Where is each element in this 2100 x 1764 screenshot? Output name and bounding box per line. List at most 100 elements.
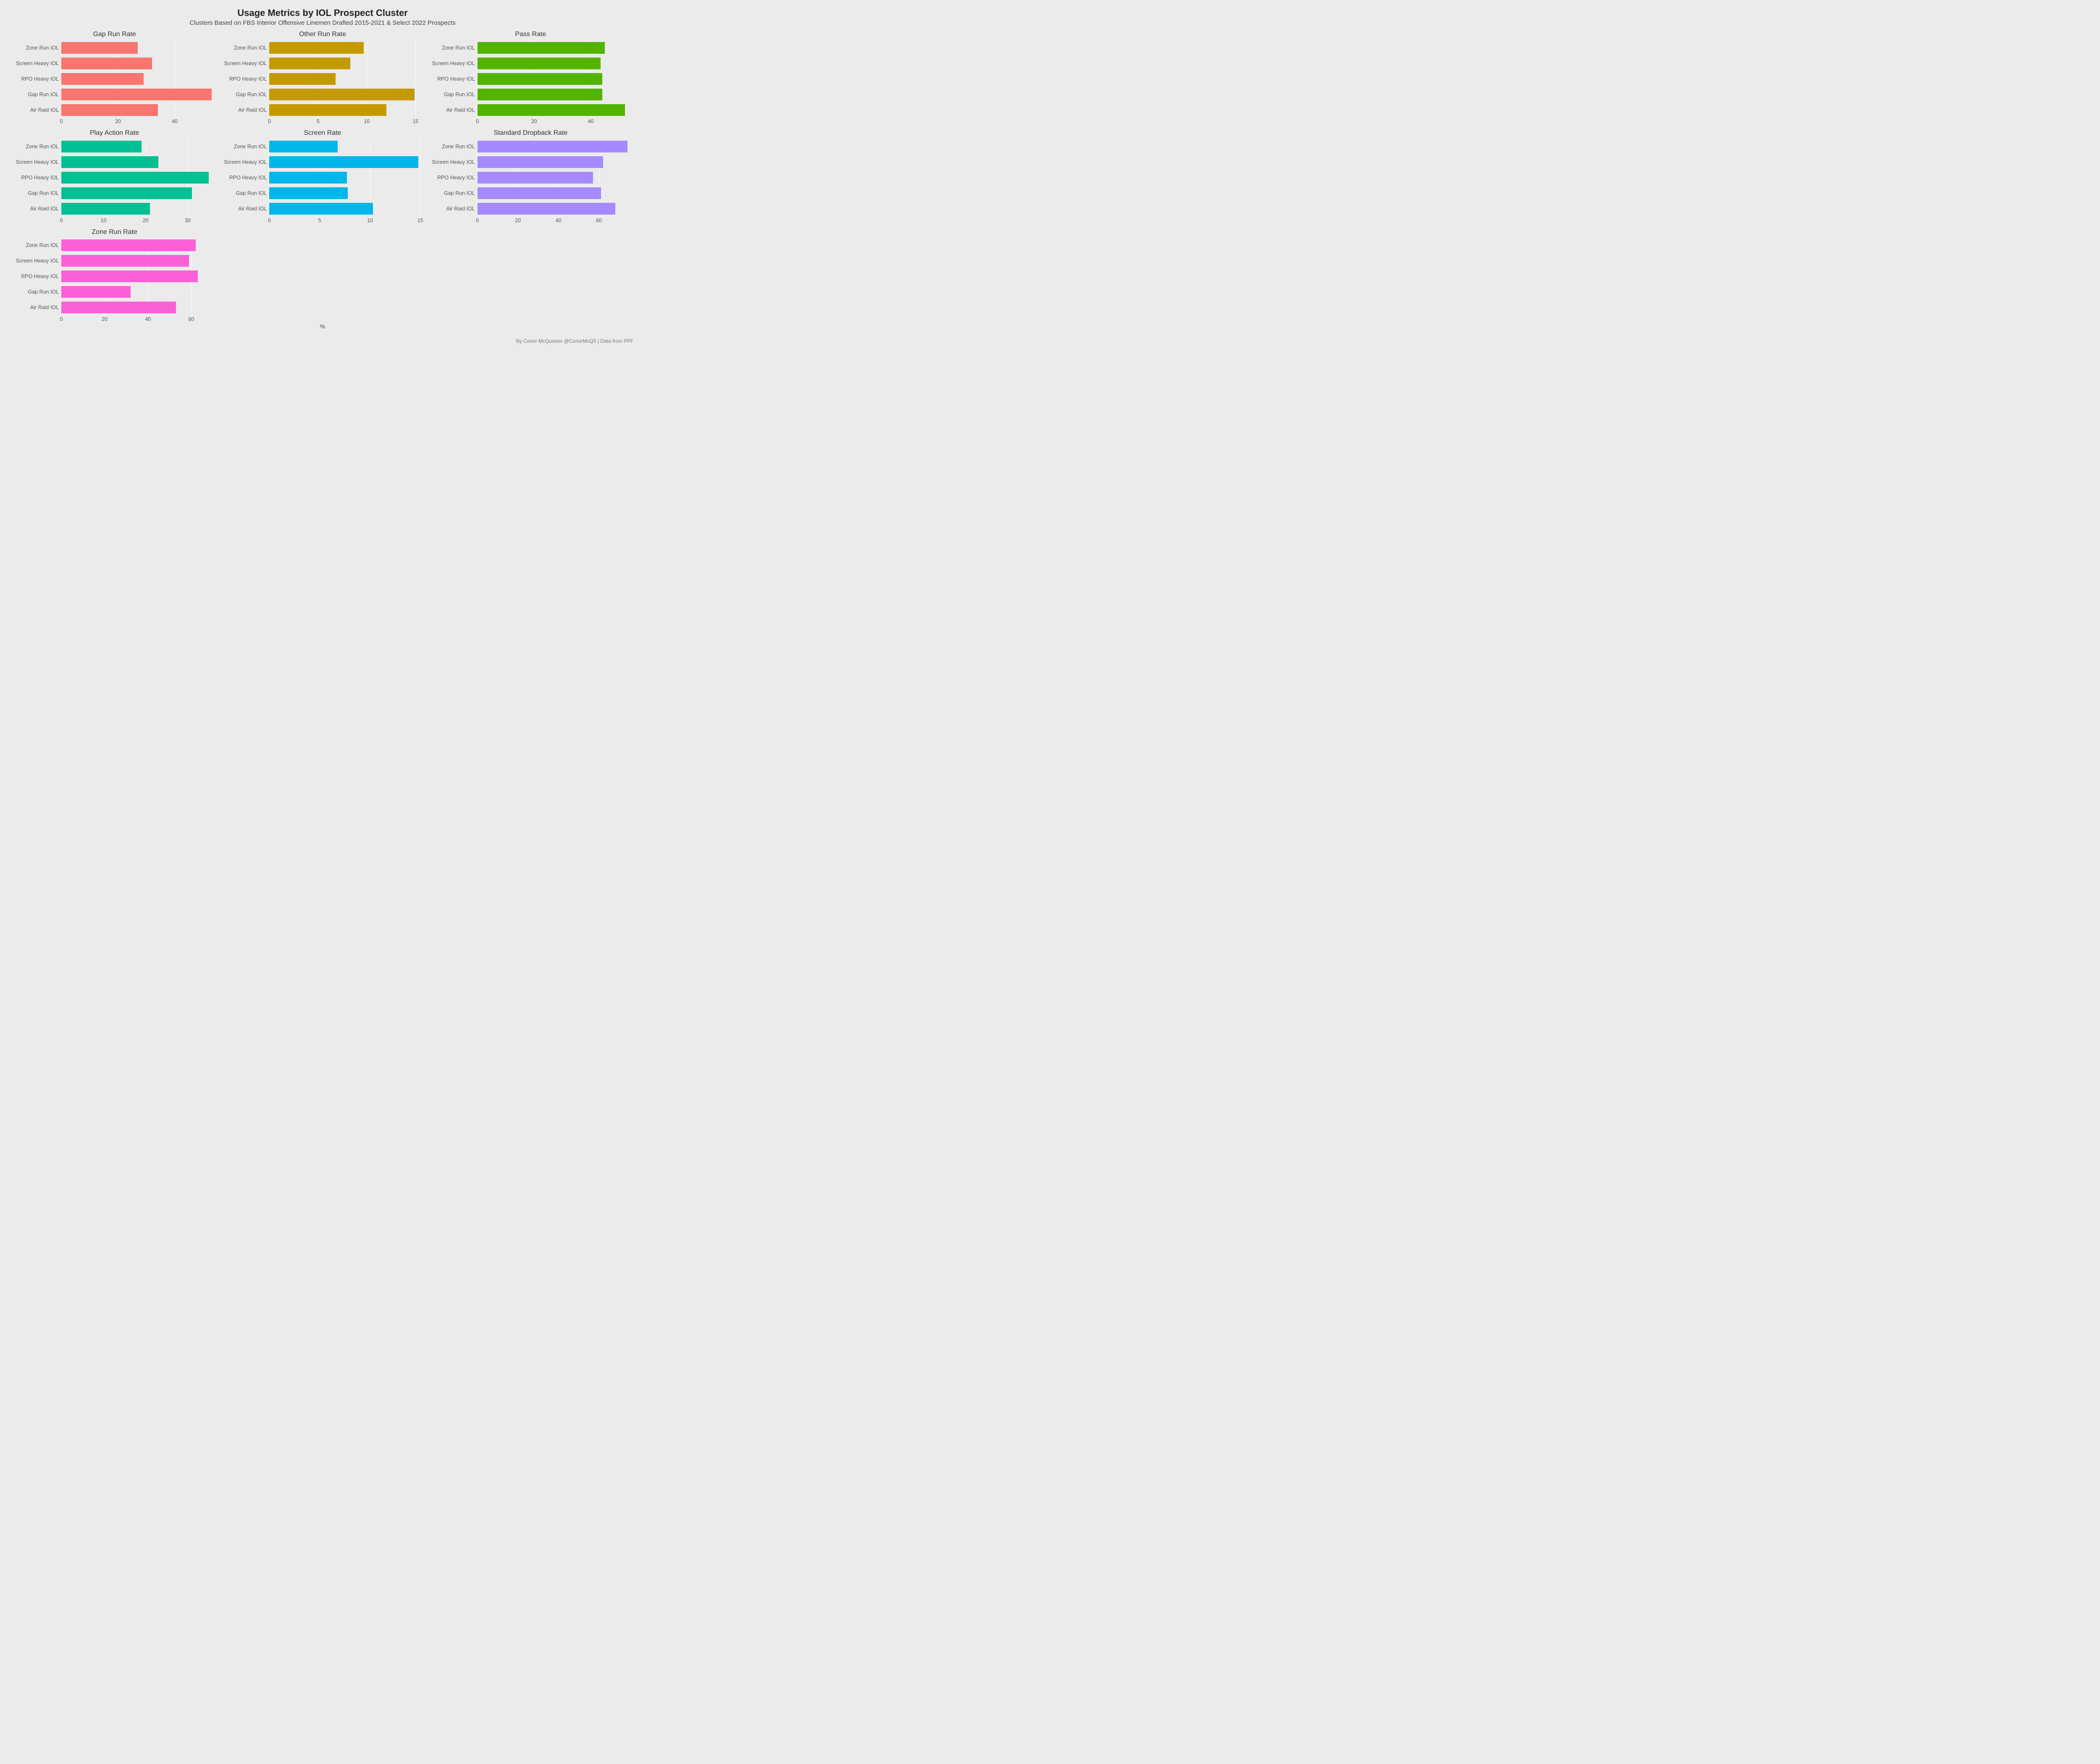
bar <box>61 58 152 69</box>
y-tick-label: Screen Heavy IOL <box>432 60 475 66</box>
y-axis-labels: Zone Run IOL Screen Heavy IOL RPO Heavy IO… <box>12 40 61 127</box>
bar <box>269 42 364 54</box>
plot-area: 02040 <box>61 40 217 127</box>
bar <box>478 172 593 184</box>
x-tick-label: 20 <box>531 118 537 124</box>
y-tick-label: Zone Run IOL <box>26 242 59 248</box>
x-tick-label: 0 <box>60 218 63 223</box>
y-tick-label: Air Raid IOL <box>446 107 475 113</box>
bar <box>269 58 350 69</box>
bar <box>269 172 346 184</box>
y-tick-label: Gap Run IOL <box>236 92 267 97</box>
x-tick-label: 0 <box>60 118 63 124</box>
x-tick-label: 20 <box>143 218 149 223</box>
y-tick-label: Zone Run IOL <box>26 144 59 150</box>
x-tick-label: 40 <box>172 118 178 124</box>
y-tick-label: Zone Run IOL <box>234 45 267 51</box>
x-tick-label: 30 <box>185 218 191 223</box>
bar <box>61 141 142 152</box>
empty-cell <box>220 228 425 325</box>
y-tick-label: Gap Run IOL <box>444 92 475 97</box>
bar <box>269 187 348 199</box>
y-tick-label: Gap Run IOL <box>236 190 267 196</box>
x-tick-label: 60 <box>188 316 194 322</box>
y-tick-label: Gap Run IOL <box>28 289 59 295</box>
y-axis-labels: Zone Run IOLScreen Heavy IOLRPO Heavy IO… <box>428 40 478 127</box>
facet-title: Standard Dropback Rate <box>428 129 633 137</box>
facet-screen-rate: Screen RateZone Run IOLScreen Heavy IOLR… <box>220 129 425 226</box>
chart-subtitle: Clusters Based on FBS Interior Offensive… <box>12 19 633 26</box>
bar <box>61 302 176 313</box>
y-tick-label: Zone Run IOL <box>26 45 59 51</box>
plot-area: 051015 <box>269 40 425 127</box>
x-axis: 0102030 <box>61 217 217 226</box>
y-tick-label: Screen Heavy IOL <box>16 60 59 66</box>
x-tick-label: 40 <box>145 316 151 322</box>
y-tick-label: RPO Heavy IOL <box>21 76 59 82</box>
bar <box>61 73 144 85</box>
y-tick-label: Screen Heavy IOL <box>16 159 59 165</box>
bar <box>61 270 198 282</box>
y-axis-labels: Zone Run IOLScreen Heavy IOLRPO Heavy IO… <box>12 238 61 325</box>
facet-pass-rate: Pass Rate Zone Run IOLScreen Heavy IOLRPO… <box>428 31 633 127</box>
bar <box>61 286 131 298</box>
bar <box>269 203 373 215</box>
bar <box>61 172 209 184</box>
y-tick-label: Gap Run IOL <box>444 190 475 196</box>
bar <box>269 73 336 85</box>
bar <box>61 42 138 54</box>
plot-area: 051015 <box>269 139 425 226</box>
bar <box>61 104 158 116</box>
x-tick-label: 5 <box>318 218 321 223</box>
y-axis-labels: Zone Run IOL Screen Heavy IOL RPO Heavy IO… <box>12 139 61 226</box>
bar <box>269 104 386 116</box>
x-tick-label: 5 <box>317 118 320 124</box>
x-tick-label: 0 <box>268 218 271 223</box>
y-tick-label: Gap Run IOL <box>28 92 59 97</box>
facet-title: Play Action Rate <box>12 129 217 137</box>
chart-title: Usage Metrics by IOL Prospect Cluster <box>12 8 633 18</box>
y-tick-label: Air Raid IOL <box>238 107 267 113</box>
bar <box>61 187 192 199</box>
x-tick-label: 0 <box>476 218 479 223</box>
facet-title: Screen Rate <box>220 129 425 137</box>
bar <box>61 203 150 215</box>
plot-area: 0102030 <box>61 139 217 226</box>
x-tick-label: 15 <box>417 218 423 223</box>
bar <box>478 156 603 168</box>
facet-title: Other Run Rate <box>220 31 425 38</box>
grid-line <box>420 139 421 216</box>
x-tick-label: 0 <box>268 118 271 124</box>
y-tick-label: RPO Heavy IOL <box>437 76 475 82</box>
x-tick-label: 0 <box>476 118 479 124</box>
y-tick-label: RPO Heavy IOL <box>21 175 59 181</box>
x-tick-label: 40 <box>588 118 594 124</box>
plot-area: 0204060 <box>478 139 633 226</box>
x-axis: 0 20 40 <box>478 118 633 127</box>
y-tick-label: Air Raid IOL <box>30 304 59 310</box>
credit-line: By Conor McQuiston @ConorMcQ5 | Data fro… <box>516 338 633 344</box>
empty-cell <box>428 228 633 325</box>
y-tick-label: Screen Heavy IOL <box>16 258 59 264</box>
y-tick-label: Zone Run IOL <box>234 144 267 150</box>
bar <box>478 141 627 152</box>
facet-standard-dropback-rate: Standard Dropback Rate Zone Run IOL Screen… <box>428 129 633 226</box>
plot-area: 0 20 40 <box>478 40 633 127</box>
grid-line <box>415 40 416 118</box>
x-axis: 051015 <box>269 217 425 226</box>
bar <box>61 156 158 168</box>
facet-other-run-rate: Other Run RateZone Run IOLScreen Heavy I… <box>220 31 425 127</box>
y-tick-label: Screen Heavy IOL <box>224 159 267 165</box>
bar <box>478 104 625 116</box>
panel-grid: Gap Run RateZone Run IOLScreen Heavy IOL… <box>12 31 633 325</box>
x-tick-label: 10 <box>364 118 370 124</box>
bar <box>478 187 601 199</box>
facet-title: Pass Rate <box>428 31 633 38</box>
bar <box>269 141 338 152</box>
bar <box>478 89 602 100</box>
x-tick-label: 20 <box>102 316 108 322</box>
y-tick-label: Zone Run IOL <box>442 144 475 150</box>
y-tick-label: Screen Heavy IOL <box>432 159 475 165</box>
y-tick-label: Air Raid IOL <box>30 107 59 113</box>
x-tick-label: 60 <box>596 218 602 223</box>
